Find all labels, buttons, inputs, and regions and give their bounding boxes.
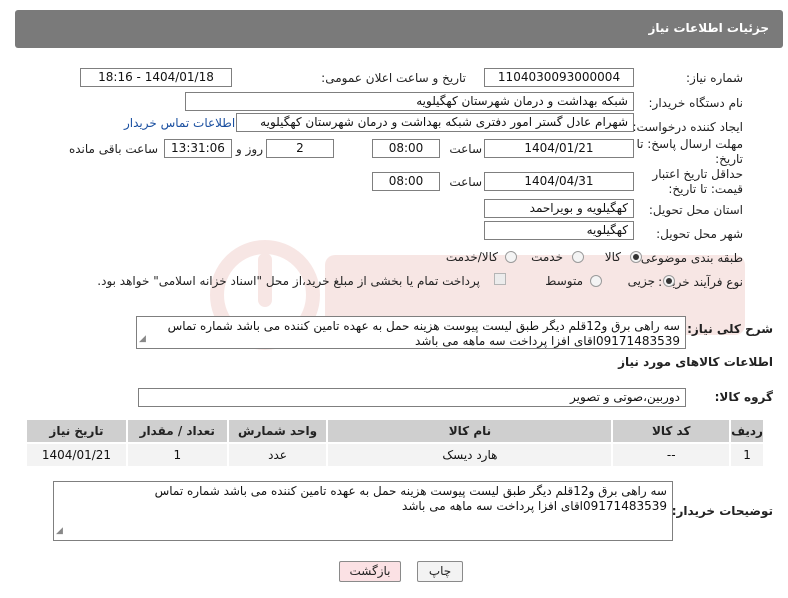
buyer-notes-label: توضیحات خریدار: bbox=[671, 504, 773, 518]
category-goods-label: کالا bbox=[604, 250, 621, 264]
need-number-label: شماره نیاز: bbox=[686, 71, 743, 85]
col-unit: واحد شمارش bbox=[226, 418, 329, 444]
buyer-notes-textarea[interactable]: سه راهی برق و12قلم دیگر طبق لیست پیوست ه… bbox=[53, 481, 673, 541]
creator-label: ایجاد کننده درخواست: bbox=[632, 120, 743, 134]
col-goods-name: نام کالا bbox=[326, 418, 614, 444]
need-number-field: 1104030093000004 bbox=[484, 68, 634, 87]
purchase-minor-radio[interactable] bbox=[663, 275, 675, 287]
province-field: کهگیلویه و بویراحمد bbox=[484, 199, 634, 218]
category-service-label: خدمت bbox=[531, 250, 563, 264]
col-quantity: تعداد / مقدار bbox=[125, 418, 229, 444]
goods-section-title: اطلاعات کالاهای مورد نیاز bbox=[618, 355, 773, 369]
back-button[interactable]: بازگشت bbox=[339, 561, 401, 582]
purchase-medium-radio[interactable] bbox=[590, 275, 602, 287]
deadline-remaining-field: 13:31:06 bbox=[164, 139, 232, 158]
print-button[interactable]: چاپ bbox=[417, 561, 463, 582]
category-goods-service-label: کالا/خدمت bbox=[445, 250, 498, 264]
buyer-contact-link[interactable]: اطلاعات تماس خریدار bbox=[124, 116, 235, 130]
goods-group-field: دوربین،صوتی و تصویر bbox=[138, 388, 686, 407]
announce-label: تاریخ و ساعت اعلان عمومی: bbox=[321, 71, 466, 85]
announce-field: 1404/01/18 - 18:16 bbox=[80, 68, 232, 87]
validity-time-label: ساعت bbox=[449, 175, 482, 189]
city-label: شهر محل تحویل: bbox=[656, 227, 743, 241]
buyer-field: شبکه بهداشت و درمان شهرستان کهگیلویه bbox=[185, 92, 634, 111]
page-title: جزئیات اطلاعات نیاز bbox=[648, 21, 769, 35]
cell-goods-name: هارد دیسک bbox=[326, 442, 614, 468]
purchase-minor-label: جزیی bbox=[627, 274, 655, 288]
col-need-date: تاریخ نیاز bbox=[25, 418, 128, 444]
purchase-medium-label: متوسط bbox=[545, 274, 583, 288]
page-header: جزئیات اطلاعات نیاز bbox=[15, 10, 783, 48]
creator-field: شهرام عادل گستر امور دفتری شبکه بهداشت و… bbox=[236, 113, 634, 132]
province-label: استان محل تحویل: bbox=[648, 203, 743, 217]
category-goods-service-radio[interactable] bbox=[505, 251, 517, 263]
resize-grip-icon[interactable]: ◢ bbox=[139, 332, 146, 347]
cell-goods-code: -- bbox=[611, 442, 732, 468]
city-field: کهگیلویه bbox=[484, 221, 634, 240]
treasury-bonds-checkbox[interactable] bbox=[494, 273, 506, 285]
validity-date-field: 1404/04/31 bbox=[484, 172, 634, 191]
goods-table-header-row: ردیف کد کالا نام کالا واحد شمارش تعداد /… bbox=[25, 418, 765, 444]
category-label: طبقه بندی موضوعی: bbox=[636, 251, 743, 265]
category-goods-radio[interactable] bbox=[630, 251, 642, 263]
deadline-time-field: 08:00 bbox=[372, 139, 440, 158]
deadline-label: مهلت ارسال پاسخ: تا تاریخ: bbox=[636, 137, 743, 166]
description-line-1: سه راهی برق و12قلم دیگر طبق لیست پیوست ه… bbox=[167, 319, 680, 333]
deadline-time-label: ساعت bbox=[449, 142, 482, 156]
category-service-radio[interactable] bbox=[572, 251, 584, 263]
goods-group-label: گروه کالا: bbox=[714, 390, 773, 404]
buyer-notes-line-2: 09171483539اقای افزا پرداخت سه ماهه می ب… bbox=[402, 499, 667, 513]
cell-need-date: 1404/01/21 bbox=[25, 442, 128, 468]
deadline-days-field: 2 bbox=[266, 139, 334, 158]
deadline-remaining-label: ساعت باقی مانده bbox=[68, 142, 158, 156]
description-label: شرح کلی نیاز: bbox=[687, 322, 773, 336]
cell-row-number: 1 bbox=[729, 442, 765, 468]
col-goods-code: کد کالا bbox=[611, 418, 732, 444]
cell-unit: عدد bbox=[226, 442, 329, 468]
table-row: 1 -- هارد دیسک عدد 1 1404/01/21 bbox=[25, 442, 765, 468]
validity-time-field: 08:00 bbox=[372, 172, 440, 191]
cell-quantity: 1 bbox=[125, 442, 229, 468]
deadline-date-field: 1404/01/21 bbox=[484, 139, 634, 158]
description-line-2: 09171483539اقای افزا پرداخت سه ماهه می ب… bbox=[415, 334, 680, 348]
buyer-notes-line-1: سه راهی برق و12قلم دیگر طبق لیست پیوست ه… bbox=[154, 484, 667, 498]
buyer-label: نام دستگاه خریدار: bbox=[648, 96, 744, 110]
treasury-bonds-label: پرداخت تمام یا بخشی از مبلغ خرید،از محل … bbox=[97, 274, 480, 288]
col-row-number: ردیف bbox=[729, 418, 765, 444]
deadline-days-label: روز و bbox=[236, 142, 263, 156]
goods-table: ردیف کد کالا نام کالا واحد شمارش تعداد /… bbox=[25, 418, 765, 468]
description-textarea[interactable]: سه راهی برق و12قلم دیگر طبق لیست پیوست ه… bbox=[136, 316, 686, 349]
resize-grip-icon[interactable]: ◢ bbox=[56, 524, 63, 539]
validity-label: حداقل تاریخ اعتبار قیمت: تا تاریخ: bbox=[652, 167, 743, 196]
